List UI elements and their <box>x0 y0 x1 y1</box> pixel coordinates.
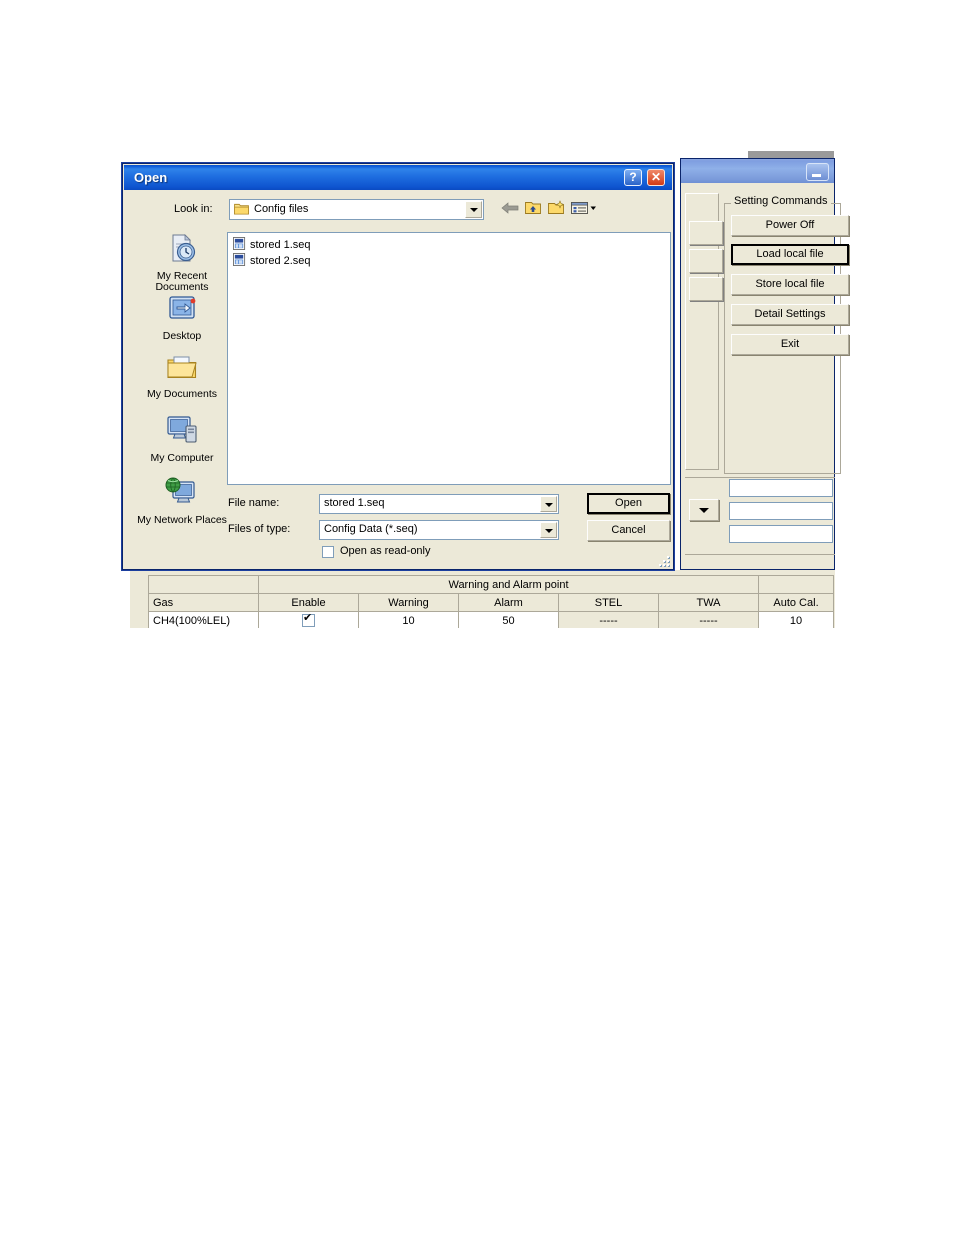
places-bar: My Recent Documents Desktop My Documents <box>133 232 231 542</box>
place-my-documents[interactable]: My Documents <box>133 352 231 400</box>
place-label: My Documents <box>146 388 218 400</box>
dialog-body: Look in: Config files My Recent Document… <box>124 190 672 568</box>
cell-enable[interactable] <box>258 611 359 628</box>
lookin-label: Look in: <box>174 203 213 215</box>
gas-settings-table: Warning and Alarm point Gas Enable Warni… <box>148 575 834 628</box>
place-label: My Network Places <box>137 514 227 526</box>
file-name-label: File name: <box>228 497 280 509</box>
table-column-header-row: Gas Enable Warning Alarm STEL TWA Auto C… <box>148 593 834 612</box>
cell-warning: 10 <box>358 611 459 628</box>
background-text-field-2[interactable] <box>729 502 833 520</box>
new-folder-icon[interactable] <box>545 198 567 218</box>
folder-icon <box>234 203 249 215</box>
place-label: My Computer <box>150 452 214 464</box>
file-name-input[interactable]: stored 1.seq <box>319 494 559 514</box>
seq-file-icon <box>233 237 246 250</box>
exit-button[interactable]: Exit <box>731 334 849 355</box>
background-hidden-button-2[interactable] <box>689 249 723 273</box>
background-text-field-1[interactable] <box>729 479 833 497</box>
lookin-value: Config files <box>254 203 309 215</box>
files-of-type-value: Config Data (*.seq) <box>324 523 418 535</box>
power-off-button[interactable]: Power Off <box>731 215 849 236</box>
place-my-network-places[interactable]: My Network Places <box>133 476 231 526</box>
desktop-icon <box>169 296 196 319</box>
column-header-alarm: Alarm <box>458 593 559 612</box>
cell-autocal: 10 <box>758 611 834 628</box>
place-desktop[interactable]: Desktop <box>133 294 231 342</box>
my-documents-icon <box>167 356 197 379</box>
background-window-titlebar <box>681 159 834 183</box>
enable-checkbox[interactable] <box>302 612 315 627</box>
column-header-warning: Warning <box>358 593 459 612</box>
background-hidden-button-3[interactable] <box>689 277 723 301</box>
column-header-enable: Enable <box>258 593 359 612</box>
open-as-read-only-checkbox[interactable] <box>322 546 334 558</box>
up-one-level-icon[interactable] <box>522 198 544 218</box>
recent-documents-icon <box>172 234 196 262</box>
cell-alarm: 50 <box>458 611 559 628</box>
close-icon[interactable]: ✕ <box>647 169 665 186</box>
place-label: My Recent Documents <box>155 270 209 293</box>
column-header-stel: STEL <box>558 593 659 612</box>
background-window-edge-strip <box>748 151 834 158</box>
list-item[interactable]: stored 2.seq <box>233 253 311 268</box>
column-header-twa: TWA <box>658 593 759 612</box>
chevron-down-icon[interactable] <box>540 522 557 538</box>
cell-twa: ----- <box>658 611 759 628</box>
place-my-recent-documents[interactable]: My Recent Documents <box>133 232 231 293</box>
store-local-file-button[interactable]: Store local file <box>731 274 849 295</box>
chevron-down-icon[interactable] <box>540 496 557 512</box>
load-local-file-button[interactable]: Load local file <box>731 244 849 265</box>
table-blank-cell <box>758 575 834 594</box>
file-list[interactable]: stored 1.seq stored 2.seq <box>227 232 671 485</box>
warning-alarm-point-header: Warning and Alarm point <box>258 575 759 594</box>
open-file-dialog: Open ? ✕ Look in: Config files My Recent… <box>122 163 674 570</box>
open-button[interactable]: Open <box>587 493 670 514</box>
background-hidden-button-1[interactable] <box>689 221 723 245</box>
files-of-type-dropdown[interactable]: Config Data (*.seq) <box>319 520 559 540</box>
back-icon[interactable] <box>499 198 521 218</box>
cell-stel: ----- <box>558 611 659 628</box>
background-dropdown-button[interactable] <box>689 499 719 521</box>
file-name: stored 1.seq <box>250 239 311 251</box>
place-my-computer[interactable]: My Computer <box>133 414 231 464</box>
cancel-button[interactable]: Cancel <box>587 520 670 541</box>
column-header-gas: Gas <box>148 593 259 612</box>
cell-gas: CH4(100%LEL) <box>148 611 259 628</box>
background-application-window: Setting Commands Power Off Load local fi… <box>680 158 849 570</box>
detail-settings-button[interactable]: Detail Settings <box>731 304 849 325</box>
file-name-value: stored 1.seq <box>324 497 385 509</box>
background-text-field-3[interactable] <box>729 525 833 543</box>
file-name: stored 2.seq <box>250 255 311 267</box>
chevron-down-icon[interactable] <box>465 201 482 218</box>
open-as-read-only-label: Open as read-only <box>340 545 431 557</box>
network-places-icon <box>165 477 195 503</box>
seq-file-icon <box>233 253 246 266</box>
resize-grip[interactable] <box>655 552 669 566</box>
minimize-button[interactable] <box>806 163 829 181</box>
table-corner-cell <box>148 575 259 594</box>
files-of-type-label: Files of type: <box>228 523 291 535</box>
help-button[interactable]: ? <box>624 169 642 186</box>
table-row[interactable]: CH4(100%LEL) 10 50 ----- ----- 10 <box>148 611 834 628</box>
views-icon[interactable] <box>568 198 598 218</box>
place-label: Desktop <box>162 330 202 342</box>
gas-settings-table-container: Warning and Alarm point Gas Enable Warni… <box>130 570 835 628</box>
dialog-title: Open <box>134 170 168 185</box>
column-header-autocal: Auto Cal. <box>758 593 834 612</box>
dialog-titlebar[interactable]: Open ? ✕ <box>124 165 672 190</box>
background-divider-2 <box>685 554 835 555</box>
setting-commands-legend: Setting Commands <box>731 195 831 207</box>
background-divider-1 <box>685 477 835 478</box>
lookin-dropdown[interactable]: Config files <box>229 199 484 220</box>
list-item[interactable]: stored 1.seq <box>233 237 311 252</box>
setting-commands-group: Setting Commands Power Off Load local fi… <box>724 195 849 474</box>
my-computer-icon <box>167 416 197 443</box>
table-group-header-row: Warning and Alarm point <box>148 575 834 594</box>
